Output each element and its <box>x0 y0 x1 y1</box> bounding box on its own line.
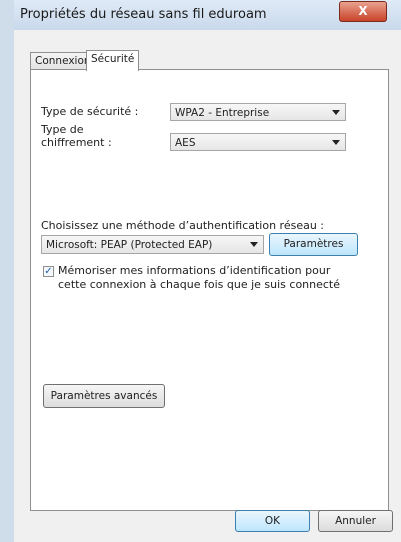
chevron-down-icon <box>332 110 340 115</box>
close-button[interactable]: X <box>339 1 387 22</box>
remember-credentials-label-line2: cette connexion à chaque fois que je sui… <box>58 278 341 291</box>
security-type-select[interactable]: WPA2 - Entreprise <box>170 103 346 121</box>
auth-method-value: Microsoft: PEAP (Protected EAP) <box>46 239 213 251</box>
chevron-down-icon <box>332 140 340 145</box>
dialog-window: Propriétés du réseau sans fil eduroam X … <box>0 0 401 542</box>
security-type-value: WPA2 - Entreprise <box>175 107 270 119</box>
encryption-label-line1: Type de <box>41 123 84 136</box>
auth-settings-button[interactable]: Paramètres <box>269 233 358 256</box>
dialog-body: Connexion Sécurité Type de sécurité : WP… <box>14 30 401 542</box>
auth-method-label: Choisissez une méthode d’authentificatio… <box>41 219 325 232</box>
ok-button[interactable]: OK <box>235 510 310 532</box>
remember-credentials-label-line1: Mémoriser mes informations d’identificat… <box>58 264 331 277</box>
background-window-edge <box>0 0 15 542</box>
encryption-type-value: AES <box>175 137 196 149</box>
chevron-down-icon <box>250 242 258 247</box>
window-title: Propriétés du réseau sans fil eduroam <box>20 7 267 22</box>
encryption-type-select[interactable]: AES <box>170 133 346 151</box>
security-panel: Type de sécurité : WPA2 - Entreprise Typ… <box>30 69 389 511</box>
title-bar: Propriétés du réseau sans fil eduroam X <box>14 0 401 30</box>
auth-method-select[interactable]: Microsoft: PEAP (Protected EAP) <box>41 235 264 254</box>
remember-credentials-checkbox[interactable]: ✓ <box>43 266 54 277</box>
advanced-settings-button[interactable]: Paramètres avancés <box>43 384 165 408</box>
security-type-label: Type de sécurité : <box>41 105 139 118</box>
encryption-label-line2: chiffrement : <box>41 136 112 149</box>
cancel-button[interactable]: Annuler <box>318 510 393 532</box>
tab-securite[interactable]: Sécurité <box>86 50 140 71</box>
